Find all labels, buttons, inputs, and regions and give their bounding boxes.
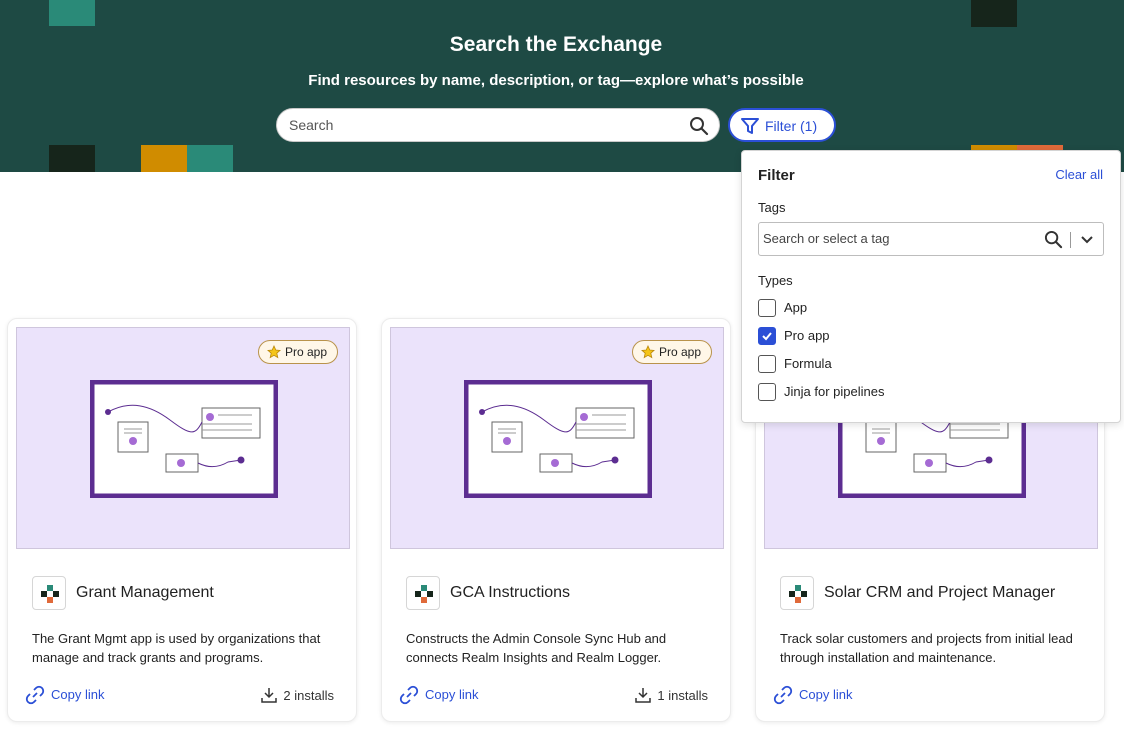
search-icon[interactable]: [1044, 230, 1063, 249]
filter-panel: Filter Clear all Tags Types App Pro app …: [741, 150, 1121, 423]
app-logo: [780, 576, 814, 610]
pro-app-badge: Pro app: [257, 340, 338, 364]
card-description: Constructs the Admin Console Sync Hub an…: [406, 631, 667, 665]
checkbox[interactable]: [758, 327, 776, 345]
card-title[interactable]: Solar CRM and Project Manager: [824, 584, 1055, 602]
pro-app-badge: Pro app: [631, 340, 712, 364]
star-icon: [267, 345, 281, 359]
link-icon: [399, 685, 419, 705]
filter-panel-title: Filter: [758, 167, 795, 184]
star-icon: [641, 345, 655, 359]
checkbox[interactable]: [758, 355, 776, 373]
download-icon: [261, 688, 278, 703]
tag-select[interactable]: [758, 222, 1104, 256]
search-field[interactable]: [276, 108, 720, 142]
search-input[interactable]: [289, 115, 679, 135]
types-label: Types: [758, 273, 793, 288]
card-thumbnail: Pro app: [390, 327, 724, 549]
card-title[interactable]: Grant Management: [76, 584, 214, 602]
card-description: Track solar customers and projects from …: [780, 631, 1073, 665]
divider: [1070, 232, 1071, 248]
download-icon: [635, 688, 652, 703]
resource-card[interactable]: Pro app GCA Instructions Constructs the …: [381, 318, 731, 722]
search-icon[interactable]: [689, 116, 709, 136]
app-logo: [406, 576, 440, 610]
clear-all-link[interactable]: Clear all: [1055, 167, 1103, 182]
check-icon: [762, 332, 772, 341]
resource-card[interactable]: Pro app Grant Management The Grant Mgmt …: [7, 318, 357, 722]
filter-button-label: Filter (1): [765, 118, 818, 134]
link-icon: [773, 685, 793, 705]
type-option-label: Jinja for pipelines: [784, 384, 885, 399]
decor-square: [971, 0, 1017, 27]
funnel-icon: [741, 118, 759, 134]
filter-button[interactable]: Filter (1): [728, 108, 836, 142]
type-option-label: Pro app: [784, 328, 830, 343]
type-option-label: Formula: [784, 356, 832, 371]
checkbox[interactable]: [758, 299, 776, 317]
decor-square: [49, 0, 95, 26]
page-title: Search the Exchange: [449, 33, 663, 56]
tags-label: Tags: [758, 200, 786, 215]
card-thumbnail: Pro app: [16, 327, 350, 549]
install-count: 2 installs: [261, 685, 334, 705]
workflow-illustration: [464, 380, 652, 498]
app-logo: [32, 576, 66, 610]
decor-square: [49, 145, 95, 172]
link-icon: [25, 685, 45, 705]
install-count: 1 installs: [635, 685, 708, 705]
workflow-illustration: [90, 380, 278, 498]
card-description: The Grant Mgmt app is used by organizati…: [32, 631, 321, 665]
checkbox[interactable]: [758, 383, 776, 401]
card-title[interactable]: GCA Instructions: [450, 584, 570, 602]
page-subtitle: Find resources by name, description, or …: [308, 72, 804, 89]
tag-search-input[interactable]: [763, 231, 1033, 246]
chevron-down-icon[interactable]: [1079, 232, 1095, 248]
decor-square: [187, 145, 233, 172]
type-option-label: App: [784, 300, 808, 315]
hero-banner: Search the Exchange Find resources by na…: [0, 0, 1124, 172]
decor-square: [141, 145, 187, 172]
